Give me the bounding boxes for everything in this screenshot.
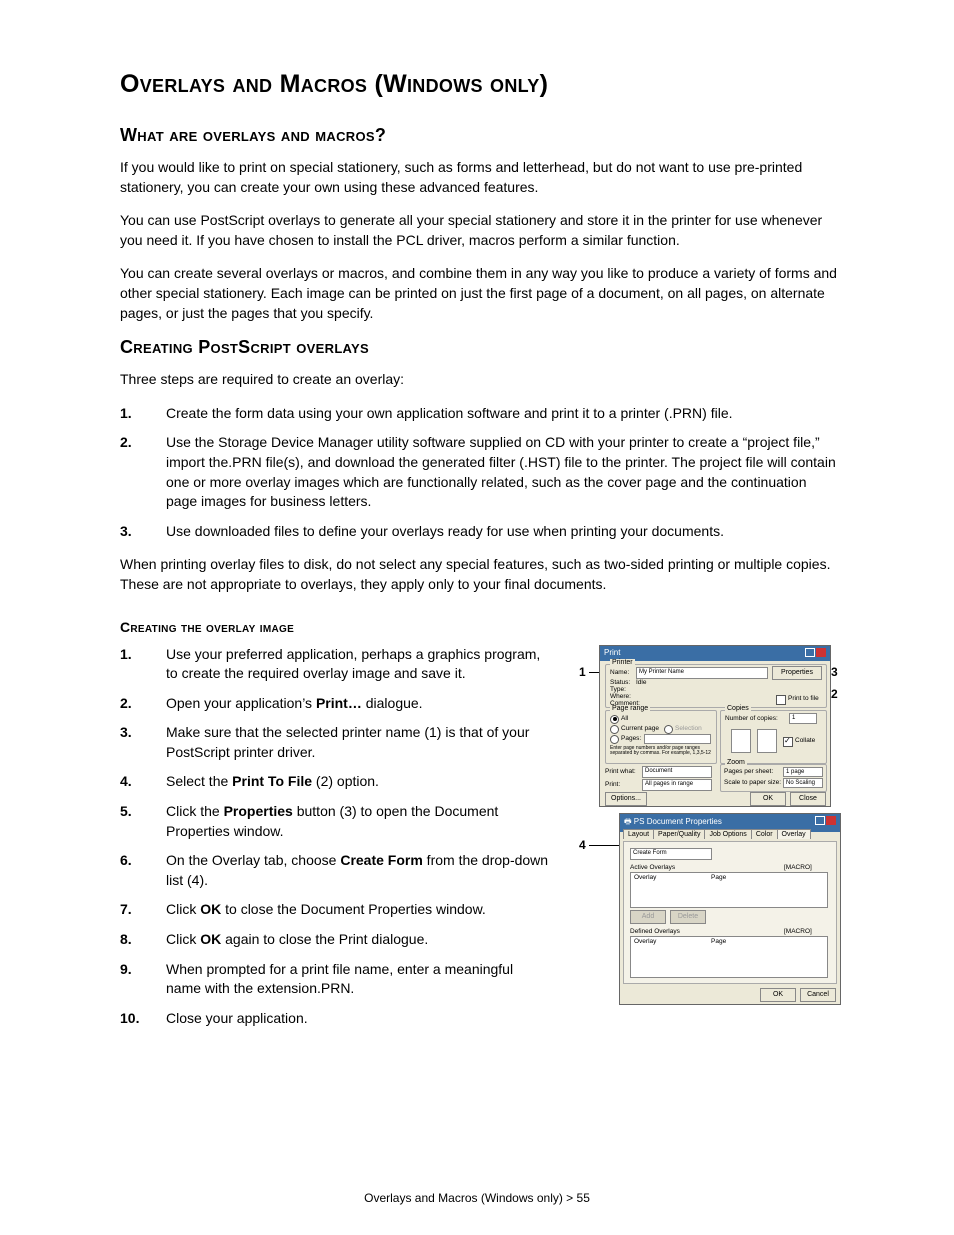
section-heading: What are overlays and macros? <box>120 125 839 146</box>
paragraph: Three steps are required to create an ov… <box>120 370 839 390</box>
list-item: Click OK to close the Document Propertie… <box>166 900 551 920</box>
printer-icon: 🖶 <box>624 817 632 826</box>
pages-input[interactable] <box>644 734 711 744</box>
overlay-mode-select[interactable]: Create Form <box>630 848 712 860</box>
options-button[interactable]: Options... <box>605 792 647 806</box>
paragraph: If you would like to print on special st… <box>120 158 839 197</box>
help-icon <box>805 648 815 657</box>
section-heading: Creating PostScript overlays <box>120 337 839 358</box>
page-footer: Overlays and Macros (Windows only) > 55 <box>0 1191 954 1205</box>
list-item: When prompted for a print file name, ent… <box>166 960 551 999</box>
numbered-list: 1.Use your preferred application, perhap… <box>120 645 551 1029</box>
tab-layout[interactable]: Layout <box>623 829 654 839</box>
print-select[interactable]: All pages in range <box>642 779 712 791</box>
tab-paper[interactable]: Paper/Quality <box>653 829 705 839</box>
ok-button[interactable]: OK <box>750 792 786 806</box>
tab-color[interactable]: Color <box>751 829 778 839</box>
list-item: Close your application. <box>166 1009 551 1029</box>
list-item: Click OK again to close the Print dialog… <box>166 930 551 950</box>
print-dialog: Print Printer Name: My Printer Name Prop… <box>599 645 831 807</box>
screenshot-figure: 1 3 2 4 Print Printer Name: My Printer N… <box>579 645 839 1015</box>
tab-job[interactable]: Job Options <box>704 829 751 839</box>
print-to-file-checkbox[interactable] <box>776 695 786 705</box>
tab-row: LayoutPaper/QualityJob OptionsColorOverl… <box>623 829 810 839</box>
close-button[interactable]: Close <box>790 792 826 806</box>
ok-button[interactable]: OK <box>760 988 796 1002</box>
range-current-radio[interactable] <box>610 725 619 734</box>
subsection-heading: Creating the overlay image <box>120 619 839 635</box>
paragraph: You can use PostScript overlays to gener… <box>120 211 839 250</box>
list-item: Create the form data using your own appl… <box>166 404 839 424</box>
collate-checkbox[interactable] <box>783 737 793 747</box>
list-item: Select the Print To File (2) option. <box>166 772 551 792</box>
list-item: On the Overlay tab, choose Create Form f… <box>166 851 551 890</box>
copies-input[interactable]: 1 <box>789 713 817 724</box>
active-overlays-list[interactable]: Overlay Page <box>630 872 828 908</box>
paragraph: You can create several overlays or macro… <box>120 264 839 323</box>
window-title: Print <box>604 648 620 659</box>
window-title: PS Document Properties <box>634 817 722 826</box>
range-all-radio[interactable] <box>610 715 619 724</box>
close-icon <box>816 648 826 657</box>
printer-name-select[interactable]: My Printer Name <box>636 667 768 679</box>
delete-button[interactable]: Delete <box>670 910 706 924</box>
list-item: Use downloaded files to define your over… <box>166 522 839 542</box>
close-icon <box>826 816 836 825</box>
list-item: Use your preferred application, perhaps … <box>166 645 551 684</box>
cancel-button[interactable]: Cancel <box>800 988 836 1002</box>
pages-per-sheet-select[interactable]: 1 page <box>783 767 823 777</box>
print-what-select[interactable]: Document <box>642 766 712 778</box>
range-selection-radio[interactable] <box>664 725 673 734</box>
list-item: Open your application’s Print… dialogue. <box>166 694 551 714</box>
doc-properties-dialog: 🖶 PS Document Properties LayoutPaper/Qua… <box>619 813 841 1005</box>
list-item: Use the Storage Device Manager utility s… <box>166 433 839 511</box>
defined-overlays-list[interactable]: Overlay Page <box>630 936 828 978</box>
page-title: Overlays and Macros (Windows only) <box>120 70 839 99</box>
scale-select[interactable]: No Scaling <box>783 778 823 788</box>
add-button[interactable]: Add <box>630 910 666 924</box>
list-item: Click the Properties button (3) to open … <box>166 802 551 841</box>
tab-overlay[interactable]: Overlay <box>777 829 811 839</box>
numbered-list: 1.Create the form data using your own ap… <box>120 404 839 542</box>
list-item: Make sure that the selected printer name… <box>166 723 551 762</box>
properties-button[interactable]: Properties <box>772 666 822 680</box>
paragraph: When printing overlay files to disk, do … <box>120 555 839 594</box>
help-icon <box>815 816 825 825</box>
range-pages-radio[interactable] <box>610 735 619 744</box>
